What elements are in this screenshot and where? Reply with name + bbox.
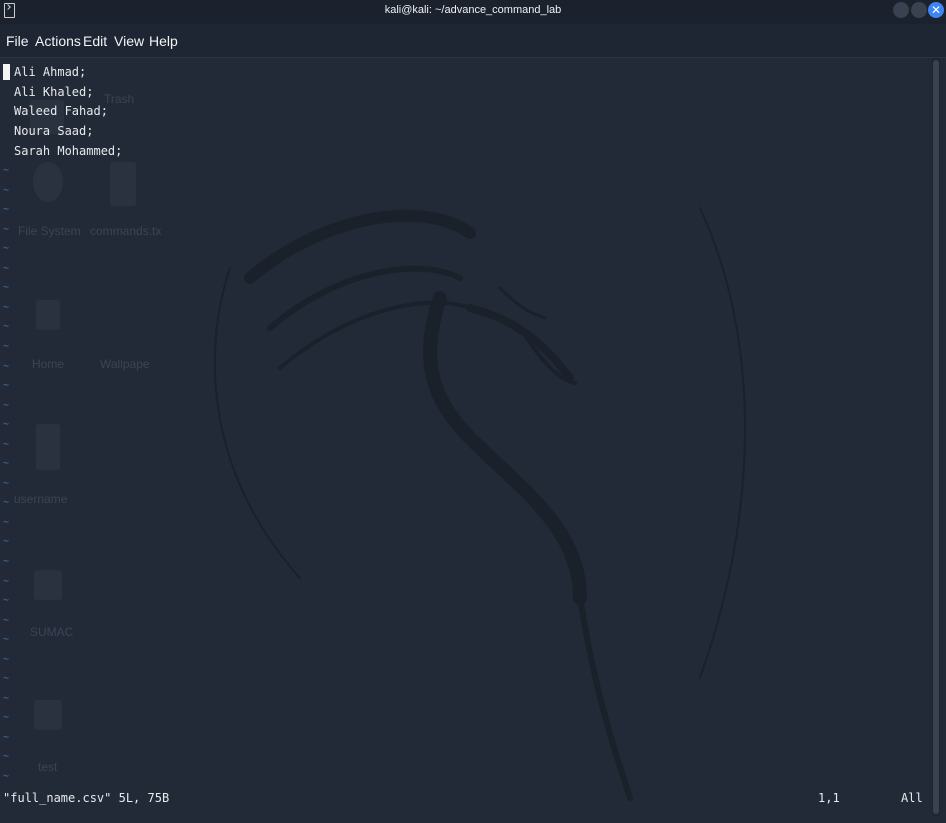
tilde-marker: ~ [3,341,10,352]
buffer-line[interactable]: Noura Saad; [14,124,93,138]
ghost-icon-box [110,162,136,206]
tilde-marker: ~ [3,771,10,782]
tilde-marker: ~ [3,224,10,235]
menu-actions[interactable]: Actions [35,33,81,49]
text-cursor [3,64,10,80]
tilde-marker: ~ [3,615,10,626]
buffer-line[interactable]: Sarah Mohammed; [14,144,122,158]
ghost-icon-box [33,162,63,202]
ghost-icon-box [36,300,60,330]
ghost-icon-box [34,700,62,730]
status-file-info: "full_name.csv" 5L, 75B [3,791,170,805]
tilde-marker: ~ [3,165,10,176]
menu-help[interactable]: Help [149,33,178,49]
tilde-marker: ~ [3,556,10,567]
buffer-line[interactable]: Waleed Fahad; [14,104,108,118]
ghost-label-commands: commands.tx [90,224,162,238]
tilde-marker: ~ [3,673,10,684]
ghost-label-home: Home [32,357,65,371]
tilde-marker: ~ [3,693,10,704]
ghost-icon-box [34,570,62,600]
menu-bar: File Actions Edit View Help [0,24,946,58]
tilde-marker: ~ [3,419,10,430]
tilde-marker: ~ [3,478,10,489]
tilde-marker: ~ [3,654,10,665]
tilde-marker: ~ [3,439,10,450]
ghost-icon-box [36,424,60,470]
ghost-label-filesystem: File System [18,224,81,238]
tilde-marker: ~ [3,712,10,723]
scrollbar-thumb[interactable] [933,60,939,814]
tilde-marker: ~ [3,595,10,606]
scrollbar[interactable] [932,58,940,816]
tilde-marker: ~ [3,517,10,528]
ghost-label-test: test [38,760,58,774]
tilde-marker: ~ [3,576,10,587]
tilde-marker: ~ [3,282,10,293]
window-title: kali@kali: ~/advance_command_lab [384,4,562,16]
tilde-marker: ~ [3,302,10,313]
ghost-label-username: username [14,492,68,506]
buffer-line[interactable]: Ali Khaled; [14,85,93,99]
minimize-icon[interactable] [893,2,909,18]
close-icon[interactable]: ✕ [928,2,944,18]
ghost-label-trash: Trash [104,92,135,106]
maximize-icon[interactable] [911,2,927,18]
kali-dragon-watermark [213,207,746,801]
tilde-marker: ~ [3,751,10,762]
menu-view[interactable]: View [114,33,144,49]
tilde-marker: ~ [3,634,10,645]
tilde-marker: ~ [3,243,10,254]
tilde-marker: ~ [3,380,10,391]
tilde-marker: ~ [3,400,10,411]
status-cursor-position: 1,1 [818,791,840,805]
tilde-marker: ~ [3,204,10,215]
menu-edit[interactable]: Edit [83,33,107,49]
tilde-marker: ~ [3,732,10,743]
tilde-marker: ~ [3,536,10,547]
ghost-label-wallpaper: Wallpape [100,357,150,371]
ghost-label-sumac: SUMAC [30,625,74,639]
menu-file[interactable]: File [6,33,29,49]
tilde-marker: ~ [3,321,10,332]
title-bar[interactable]: kali@kali: ~/advance_command_lab ✕ [0,0,946,24]
terminal-window: Trash File System commands.tx Home Wallp… [0,0,946,823]
buffer-line[interactable]: Ali Ahmad; [14,65,86,79]
tilde-marker: ~ [3,497,10,508]
tilde-marker: ~ [3,361,10,372]
tilde-marker: ~ [3,458,10,469]
tilde-marker: ~ [3,185,10,196]
status-scroll-indicator: All [901,791,923,805]
tilde-marker: ~ [3,263,10,274]
